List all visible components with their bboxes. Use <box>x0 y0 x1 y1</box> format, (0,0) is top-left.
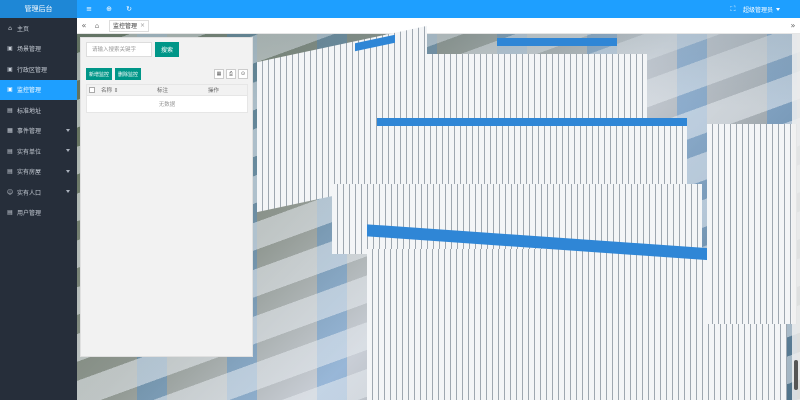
chevron-down-icon <box>776 7 780 11</box>
grid-icon: ▣ <box>7 86 13 94</box>
add-monitor-button[interactable]: 新增监控 <box>86 68 113 80</box>
sidebar-item-label: 用户管理 <box>17 210 42 218</box>
user-menu[interactable]: 超级管理员 <box>743 5 780 14</box>
sidebar-item-label: 实有房屋 <box>17 169 42 177</box>
grid-icon: ▣ <box>7 65 13 73</box>
search-button[interactable]: 搜索 <box>155 42 179 57</box>
home-icon[interactable]: ⌂ <box>91 22 103 30</box>
sidebar-item-label: 主页 <box>17 25 30 33</box>
sidebar-item-label: 标准地址 <box>17 107 42 115</box>
document-icon: ▤ <box>7 168 13 176</box>
menu-toggle-icon[interactable]: ≡ <box>79 0 99 18</box>
table-toolbar: 新增监控 删除监控 ▦ ⎙ ⊙ <box>86 67 248 81</box>
building <box>707 124 797 324</box>
sidebar-item-events[interactable]: ▦ 事件管理 <box>0 121 77 142</box>
sidebar-item-label: 实有单位 <box>17 148 42 156</box>
scrollbar-thumb[interactable] <box>794 360 798 390</box>
column-name[interactable]: 名称 ⇕ <box>97 86 153 94</box>
columns-icon[interactable]: ▦ <box>214 69 224 79</box>
monitor-table: 名称 ⇕ 标注 操作 无数据 <box>86 84 248 113</box>
sidebar-item-monitor[interactable]: ▣ 监控管理 <box>0 79 77 100</box>
chevron-down-icon <box>66 169 70 173</box>
tab-bar: « ⌂ 监控管理 × » <box>77 18 800 34</box>
sidebar-nav: ⌂ 主页 ▣ 场景管理 ▣ 行政区管理 ▣ 监控管理 ▤ 标准地址 ▦ 事件管理… <box>0 18 77 223</box>
user-icon: ☺ <box>6 188 14 196</box>
document-icon: ▤ <box>7 209 13 217</box>
tab-scroll-right-icon[interactable]: » <box>786 21 800 30</box>
sidebar-item-label: 事件管理 <box>17 128 42 136</box>
empty-message: 无数据 <box>158 102 176 108</box>
sidebar-item-population[interactable]: ☺ 实有人口 <box>0 182 77 203</box>
search-row: 搜索 <box>86 42 179 57</box>
home-icon: ⌂ <box>8 24 12 32</box>
table-icon-buttons: ▦ ⎙ ⊙ <box>212 69 248 79</box>
column-operation: 操作 <box>208 88 220 94</box>
globe-icon[interactable]: ⊕ <box>99 0 119 18</box>
print-icon[interactable]: ⎙ <box>226 69 236 79</box>
brand-title: 管理后台 <box>0 0 77 18</box>
top-header: ≡ ⊕ ↻ ⛶ 超级管理员 <box>77 0 800 18</box>
chevron-down-icon <box>66 128 70 132</box>
sidebar: 管理后台 ⌂ 主页 ▣ 场景管理 ▣ 行政区管理 ▣ 监控管理 ▤ 标准地址 ▦… <box>0 0 77 400</box>
roof <box>497 38 617 46</box>
grid-icon: ▣ <box>7 45 13 53</box>
fullscreen-icon[interactable]: ⛶ <box>723 5 743 14</box>
column-note: 标注 <box>157 88 169 94</box>
select-all-checkbox[interactable] <box>87 87 97 93</box>
sidebar-item-label: 监控管理 <box>17 87 42 95</box>
column-name-label: 名称 <box>101 88 113 94</box>
sort-icon[interactable]: ⇕ <box>114 88 119 94</box>
document-icon: ▤ <box>7 147 13 155</box>
building <box>377 124 687 184</box>
sidebar-item-district[interactable]: ▣ 行政区管理 <box>0 59 77 80</box>
calendar-icon: ▦ <box>7 127 13 135</box>
export-icon[interactable]: ⊙ <box>238 69 248 79</box>
chevron-down-icon <box>66 190 70 193</box>
refresh-icon[interactable]: ↻ <box>119 0 139 18</box>
sidebar-item-home[interactable]: ⌂ 主页 <box>0 18 77 39</box>
sidebar-item-address[interactable]: ▤ 标准地址 <box>0 100 77 121</box>
search-input[interactable] <box>86 42 152 57</box>
tab-monitor[interactable]: 监控管理 × <box>109 19 150 32</box>
tab-label: 监控管理 <box>113 23 138 30</box>
document-icon: ▤ <box>7 106 13 114</box>
roof <box>377 118 687 126</box>
page-scrollbar[interactable] <box>792 34 800 400</box>
table-header: 名称 ⇕ 标注 操作 <box>87 85 247 96</box>
sidebar-item-users[interactable]: ▤ 用户管理 <box>0 203 77 224</box>
sidebar-item-houses[interactable]: ▤ 实有房屋 <box>0 162 77 183</box>
user-name: 超级管理员 <box>742 6 773 14</box>
sidebar-item-label: 场景管理 <box>17 46 42 54</box>
sidebar-item-units[interactable]: ▤ 实有单位 <box>0 141 77 162</box>
chevron-down-icon <box>66 149 70 152</box>
sidebar-item-scene[interactable]: ▣ 场景管理 <box>0 39 77 60</box>
sidebar-item-label: 行政区管理 <box>17 66 48 74</box>
tab-scroll-left-icon[interactable]: « <box>77 21 91 30</box>
sidebar-item-label: 实有人口 <box>17 189 42 197</box>
close-icon[interactable]: × <box>140 22 145 29</box>
monitor-panel: 搜索 新增监控 删除监控 ▦ ⎙ ⊙ 名称 ⇕ 标注 操作 无数据 <box>80 37 253 357</box>
delete-monitor-button[interactable]: 删除监控 <box>115 68 142 80</box>
